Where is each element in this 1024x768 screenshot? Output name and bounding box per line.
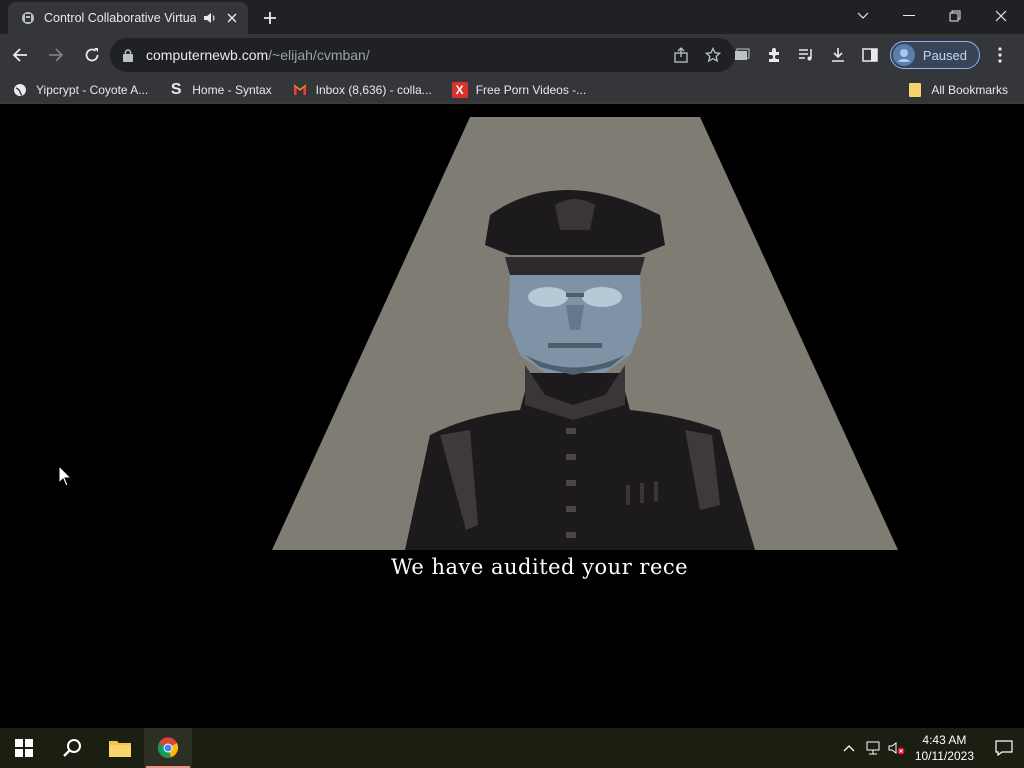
restore-icon[interactable] xyxy=(932,0,978,32)
chevron-up-icon[interactable] xyxy=(837,728,861,768)
address-bar[interactable]: computernewb.com/~elijah/cvmban/ xyxy=(110,38,735,72)
tab-strip: Control Collaborative Virtua xyxy=(0,0,1024,34)
bookmark-yipcrypt[interactable]: Yipcrypt - Coyote A... xyxy=(4,76,156,104)
side-panel-icon[interactable] xyxy=(854,39,886,71)
dialogue-caption: We have audited your rece xyxy=(391,555,689,579)
volume-muted-icon[interactable] xyxy=(885,728,909,768)
notification-icon[interactable] xyxy=(984,728,1024,768)
bookmark-label: Yipcrypt - Coyote A... xyxy=(36,82,149,97)
window-controls xyxy=(840,0,1024,32)
bookmarks-bar: Yipcrypt - Coyote A... S Home - Syntax I… xyxy=(0,76,1024,104)
page-content[interactable]: We have audited your rece xyxy=(0,105,1024,728)
all-bookmarks-button[interactable]: All Bookmarks xyxy=(899,76,1016,104)
url-text[interactable]: computernewb.com/~elijah/cvmban/ xyxy=(146,47,661,63)
gmail-icon xyxy=(292,82,308,98)
reading-list-icon[interactable] xyxy=(790,39,822,71)
clock-time: 4:43 AM xyxy=(922,733,967,747)
profile-button[interactable]: Paused xyxy=(889,41,980,69)
system-tray: 4:43 AM 10/11/2023 xyxy=(837,728,1024,768)
menu-icon[interactable] xyxy=(984,39,1016,71)
clock[interactable]: 4:43 AM 10/11/2023 xyxy=(915,732,974,764)
url-path: /~elijah/cvmban/ xyxy=(268,47,370,63)
all-bookmarks-label: All Bookmarks xyxy=(931,83,1008,97)
chevron-down-icon[interactable] xyxy=(840,0,886,32)
file-explorer-button[interactable] xyxy=(96,728,144,768)
lock-icon[interactable] xyxy=(120,47,136,63)
reload-button[interactable] xyxy=(76,39,108,71)
network-icon[interactable] xyxy=(861,728,885,768)
browser-toolbar: computernewb.com/~elijah/cvmban/ Paused xyxy=(0,34,1024,76)
speaker-icon[interactable] xyxy=(202,10,218,26)
mouse-cursor xyxy=(58,465,72,487)
bookmark-inbox[interactable]: Inbox (8,636) - colla... xyxy=(284,76,440,104)
windows-taskbar: 4:43 AM 10/11/2023 xyxy=(0,728,1024,768)
back-button[interactable] xyxy=(4,39,36,71)
extensions-icon[interactable] xyxy=(758,39,790,71)
bookmark-label: Inbox (8,636) - colla... xyxy=(315,82,432,97)
start-button[interactable] xyxy=(0,728,48,768)
bookmark-label: Home - Syntax xyxy=(192,82,272,97)
star-icon[interactable] xyxy=(701,43,725,67)
download-icon[interactable] xyxy=(822,39,854,71)
chrome-icon xyxy=(157,737,179,758)
close-icon[interactable] xyxy=(978,0,1024,32)
new-tab-button[interactable] xyxy=(258,6,282,30)
toolbar-actions: Paused xyxy=(726,39,1016,71)
tab-title: Control Collaborative Virtua xyxy=(44,11,196,25)
bookmark-free-videos[interactable]: X Free Porn Videos -... xyxy=(444,76,595,104)
profile-status: Paused xyxy=(922,47,967,63)
bookmark-label: Free Porn Videos -... xyxy=(475,82,587,97)
clock-date: 10/11/2023 xyxy=(914,749,974,763)
avatar xyxy=(892,44,915,66)
bull-icon xyxy=(20,10,36,26)
share-icon[interactable] xyxy=(669,43,693,67)
url-host: computernewb.com xyxy=(146,47,269,63)
x-logo-icon: X xyxy=(451,81,468,98)
search-button[interactable] xyxy=(48,728,96,768)
browser-tab[interactable]: Control Collaborative Virtua xyxy=(8,2,248,34)
globe-icon xyxy=(12,82,28,98)
close-tab-icon[interactable] xyxy=(224,10,240,26)
media-icon[interactable] xyxy=(726,39,758,71)
syntax-icon: S xyxy=(170,80,182,98)
forward-button[interactable] xyxy=(40,39,72,71)
folder-icon xyxy=(907,82,923,98)
chrome-taskbar-button[interactable] xyxy=(144,728,192,768)
minimize-icon[interactable] xyxy=(886,0,932,32)
inspector-scene xyxy=(272,117,898,550)
bookmark-syntax[interactable]: S Home - Syntax xyxy=(160,76,279,104)
